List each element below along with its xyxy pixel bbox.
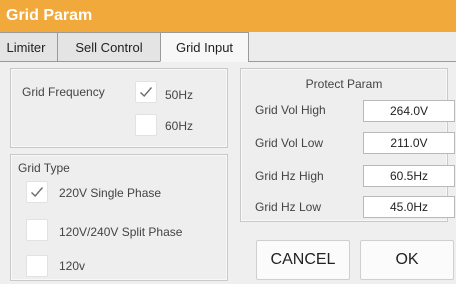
grid-hz-low-field[interactable]: 45.0Hz	[363, 196, 455, 218]
tab-grid-input[interactable]: Grid Input	[160, 32, 249, 62]
grid-hz-high-label: Grid Hz High	[255, 169, 324, 183]
tab-sell-control[interactable]: Sell Control	[57, 32, 161, 62]
frequency-50hz-checkbox[interactable]	[135, 81, 157, 103]
grid-type-label: Grid Type	[18, 161, 70, 175]
tab-bar-divider	[248, 32, 456, 62]
tab-limiter[interactable]: Limiter	[0, 32, 58, 62]
tab-limiter-label: Limiter	[6, 40, 46, 55]
ok-button[interactable]: OK	[360, 240, 454, 280]
grid-type-220v-label: 220V Single Phase	[59, 186, 162, 200]
grid-type-120v-checkbox[interactable]	[26, 255, 48, 277]
grid-type-split-phase-checkbox[interactable]	[26, 219, 48, 241]
grid-vol-high-label: Grid Vol High	[255, 103, 326, 117]
frequency-60hz-label: 60Hz	[165, 119, 194, 133]
grid-type-220v-checkbox[interactable]	[26, 181, 48, 203]
grid-vol-low-label: Grid Vol Low	[255, 136, 324, 150]
protect-param-group: Protect Param Grid Vol High 264.0V Grid …	[240, 68, 455, 222]
grid-type-group: Grid Type 220V Single Phase 120V/240V Sp…	[10, 154, 228, 281]
grid-vol-low-field[interactable]: 211.0V	[363, 132, 455, 154]
grid-type-split-phase-label: 120V/240V Split Phase	[59, 225, 183, 239]
grid-frequency-group: Grid Frequency 50Hz 60Hz	[10, 68, 228, 148]
grid-hz-low-label: Grid Hz Low	[255, 200, 322, 214]
tab-sell-control-label: Sell Control	[75, 40, 143, 55]
frequency-60hz-checkbox[interactable]	[135, 114, 157, 136]
window-title: Grid Param	[6, 7, 93, 24]
checkmark-icon	[140, 87, 153, 98]
grid-input-panel: Grid Frequency 50Hz 60Hz Grid Type 220V …	[0, 62, 456, 284]
frequency-50hz-label: 50Hz	[165, 88, 194, 102]
protect-param-title: Protect Param	[305, 77, 383, 91]
grid-hz-high-field[interactable]: 60.5Hz	[363, 165, 455, 187]
grid-type-120v-label: 120v	[59, 259, 86, 273]
grid-frequency-label: Grid Frequency	[22, 85, 105, 99]
tab-grid-input-label: Grid Input	[175, 40, 234, 55]
title-bar: Grid Param	[0, 0, 456, 32]
tab-bar: Limiter Sell Control Grid Input	[0, 32, 456, 62]
grid-vol-high-field[interactable]: 264.0V	[363, 100, 455, 122]
cancel-button[interactable]: CANCEL	[256, 240, 350, 280]
checkmark-icon	[31, 187, 44, 198]
